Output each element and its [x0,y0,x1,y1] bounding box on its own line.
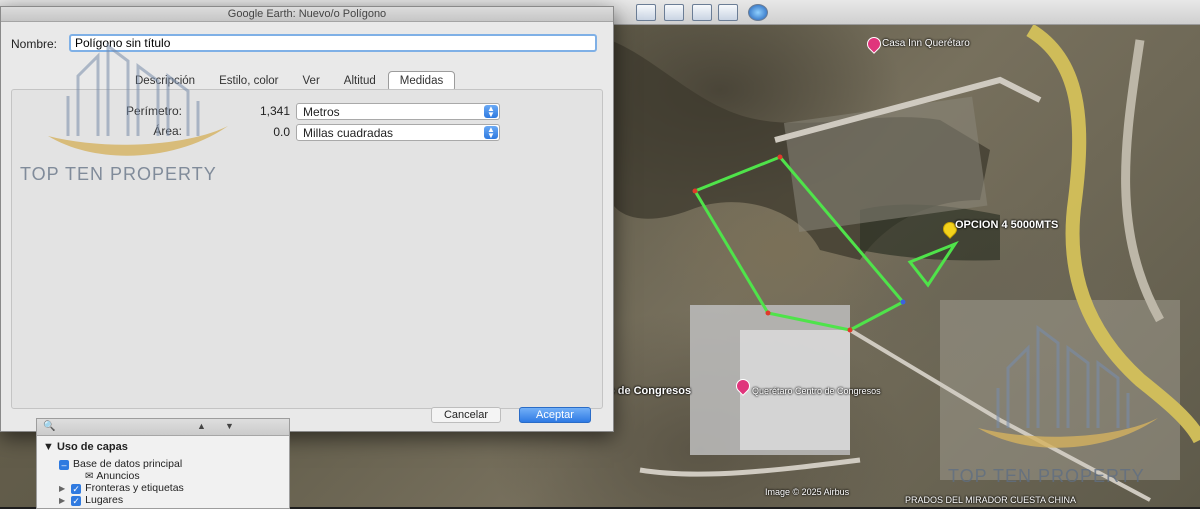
polygon-vertex[interactable] [777,154,783,160]
road [639,457,861,477]
area-unit-select[interactable]: Millas cuadradas ▲ ▼ [296,124,500,141]
neighborhood-label: PRADOS DEL MIRADOR CUESTA CHINA [905,495,1077,505]
move-up-icon[interactable]: ▲ [197,421,206,431]
imagery-copyright: Image © 2025 Airbus [765,487,850,497]
polygon-dialog: Google Earth: Nuevo/o Polígono Nombre: D… [0,6,614,432]
tab-bar: Descripción Estilo, color Ver Altitud Me… [123,71,456,92]
measurements-panel: Perímetro: 1,341 Metros ▲ ▼ Área: 0.0 Mil… [11,89,603,409]
view-in-maps-icon[interactable] [718,4,738,21]
layer-label: Anuncios [96,470,140,482]
option-label: OPCION 4 5000MTS [955,219,1059,231]
hotel-label: Casa Inn Querétaro [882,38,970,49]
layer-item-places[interactable]: ▶ ✓ Lugares [59,494,123,506]
name-input[interactable] [69,34,597,52]
layers-header[interactable]: ▼ Uso de capas [43,441,128,453]
move-down-icon[interactable]: ▼ [225,421,234,431]
email-icon[interactable] [636,4,656,21]
search-icon[interactable]: 🔍 [43,421,55,432]
select-arrows-icon: ▲ ▼ [484,105,498,119]
dialog-titlebar: Google Earth: Nuevo/o Polígono [1,7,613,22]
congress-label-right: Querétaro Centro de Congresos [752,386,881,396]
select-arrows-icon: ▲ ▼ [484,126,498,140]
cancel-button[interactable]: Cancelar [431,407,501,423]
layer-item-borders-labels[interactable]: ▶ ✓ Fronteras y etiquetas [59,482,184,494]
layer-label: Fronteras y etiquetas [85,482,184,494]
print-icon[interactable] [664,4,684,21]
layer-item-primary-database[interactable]: – Base de datos principal [59,458,182,470]
dialog-title: Google Earth: Nuevo/o Polígono [227,8,387,20]
area-label: Área: [153,124,182,138]
name-label: Nombre: [11,37,58,51]
save-image-icon[interactable] [692,4,712,21]
disclosure-triangle-icon[interactable]: ▶ [59,484,65,493]
accept-button[interactable]: Aceptar [519,407,591,423]
perimeter-unit-value: Metros [303,105,340,119]
polygon-vertex[interactable] [692,188,698,194]
checkbox-checked-icon[interactable]: ✓ [71,496,82,506]
checkbox-partial-icon[interactable]: – [59,460,69,470]
highway-secondary [1121,39,1164,323]
area-value: 0.0 [273,125,290,139]
perimeter-value: 1,341 [259,104,290,118]
polygon-vertex[interactable] [847,327,853,333]
checkbox-checked-icon[interactable]: ✓ [71,484,82,494]
layer-label: Base de datos principal [73,458,183,470]
area-unit-value: Millas cuadradas [303,126,394,140]
polygon-vertex[interactable] [765,310,771,316]
polygon-vertex[interactable] [900,299,906,305]
envelope-icon: ✉ [85,471,94,482]
disclosure-triangle-icon[interactable]: ▶ [59,496,65,505]
layer-item-ads[interactable]: ✉ Anuncios [85,470,140,482]
layers-toolbar: 🔍 ▲ ▼ [37,419,289,436]
perimeter-label: Perímetro: [125,104,182,118]
layers-panel: 🔍 ▲ ▼ ▼ Uso de capas – Base de datos prin… [36,418,290,509]
perimeter-unit-select[interactable]: Metros ▲ ▼ [296,103,500,120]
earth-globe-icon[interactable] [748,4,768,21]
layer-label: Lugares [85,494,124,506]
